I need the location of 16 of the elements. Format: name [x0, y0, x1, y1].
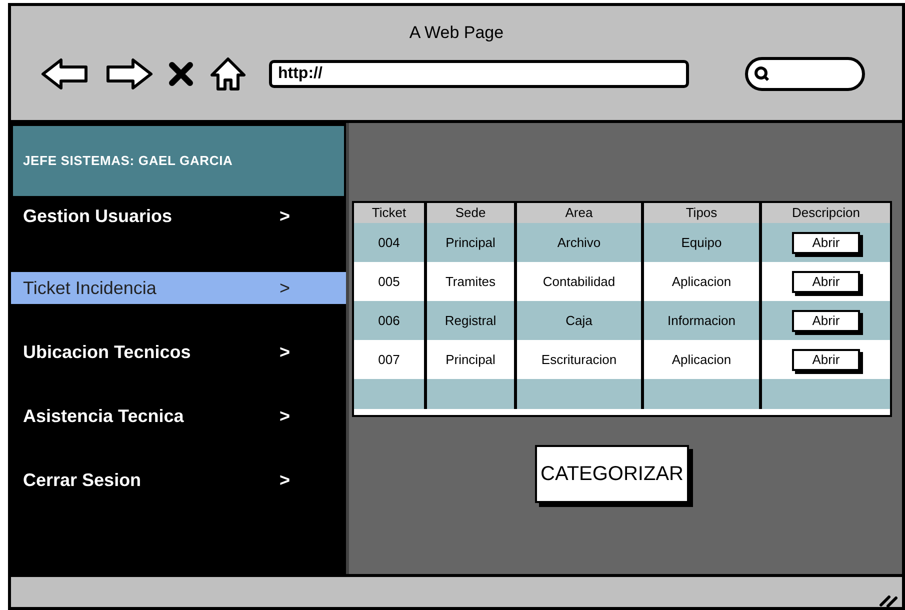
- sidebar-item[interactable]: Gestion Usuarios >: [11, 200, 346, 232]
- sidebar-item[interactable]: Cerrar Sesion >: [11, 464, 346, 496]
- search-field[interactable]: [745, 56, 865, 90]
- sidebar-item[interactable]: Ubicacion Tecnicos >: [11, 336, 346, 368]
- sidebar-item[interactable]: Asistencia Tecnica >: [11, 400, 346, 432]
- resize-grip-icon[interactable]: [878, 593, 898, 607]
- home-icon[interactable]: [209, 56, 247, 92]
- sidebar-item[interactable]: Ticket Incidencia >: [11, 272, 346, 304]
- search-icon: [754, 66, 770, 82]
- sidebar-header: JEFE SISTEMAS: GAEL GARCIA: [13, 126, 344, 196]
- back-arrow-icon[interactable]: [41, 56, 89, 90]
- column-header: Descripcion: [791, 204, 861, 222]
- address-field[interactable]: http://: [269, 60, 689, 88]
- forward-arrow-icon[interactable]: [105, 56, 153, 90]
- window-title: A Web Page: [409, 22, 504, 44]
- close-icon[interactable]: [169, 62, 193, 86]
